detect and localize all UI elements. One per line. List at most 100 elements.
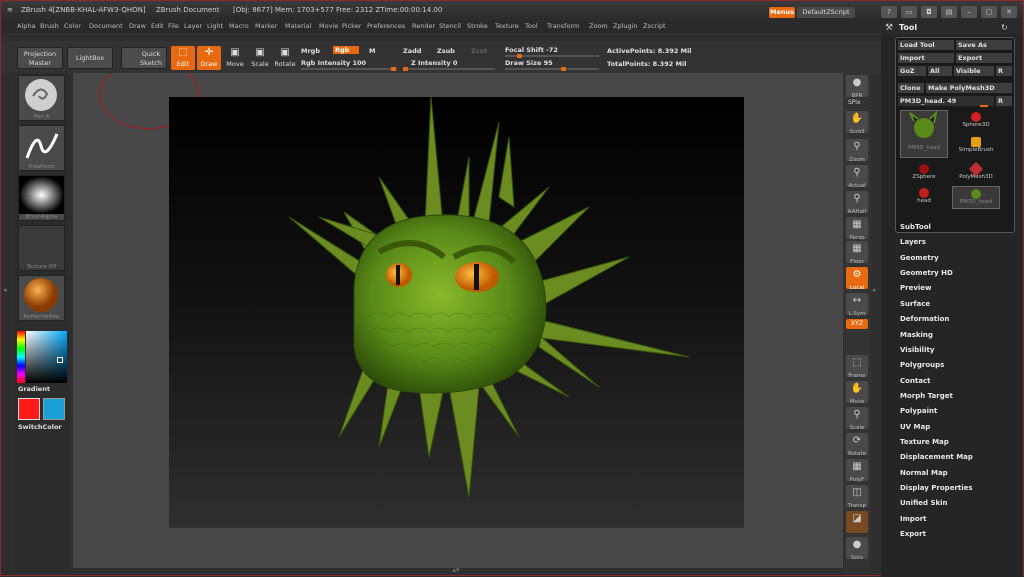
current-tool-r-button[interactable]: R [996,96,1012,106]
contact-menu[interactable]: Contact [900,377,931,385]
hue-strip[interactable] [17,331,25,383]
right-tray-handle[interactable]: ▸ [873,286,879,298]
menu-macro[interactable]: Macro [229,22,249,30]
scroll-button[interactable]: ✋ Scroll [846,111,868,135]
rotate-view-button[interactable]: ⟳ Rotate [846,433,868,457]
reset-icon[interactable]: ↻ [1001,23,1008,32]
draw-size-slider[interactable]: Draw Size 95 [505,59,553,67]
frame-button[interactable]: ⬚ Frame [846,355,868,379]
scale-mode-button[interactable]: ▣ Scale [248,46,272,70]
uv-map-menu[interactable]: UV Map [900,423,930,431]
z-intensity-slider[interactable]: Z Intensity 0 [411,59,457,67]
polyf-button[interactable]: ▦ PolyF [846,459,868,483]
default-zscript-button[interactable]: DefaultZScript [797,7,855,18]
stroke-thumbnail[interactable]: FreeHand [18,125,65,171]
load-tool-button[interactable]: Load Tool [898,40,954,50]
menu-alpha[interactable]: Alpha [17,22,35,30]
normal-map-menu[interactable]: Normal Map [900,469,948,477]
texture-map-menu[interactable]: Texture Map [900,438,949,446]
menu-movie[interactable]: Movie [319,22,338,30]
clone-button[interactable]: Clone [898,83,924,93]
transp-button[interactable]: ◫ Transp [846,485,868,509]
bpr-button[interactable]: ● BPR [846,75,868,99]
menu-picker[interactable]: Picker [342,22,361,30]
tool-sphere3d[interactable]: Sphere3D [952,110,1000,133]
xyz-button[interactable]: XYZ [846,319,868,329]
zoom-button[interactable]: ⚲ Zoom [846,139,868,163]
polygroups-menu[interactable]: Polygroups [900,361,944,369]
goz-r-button[interactable]: R [996,66,1012,76]
spix-label[interactable]: SPix [848,99,861,106]
menu-brush[interactable]: Brush [40,22,59,30]
geometry-hd-menu[interactable]: Geometry HD [900,269,953,277]
morph-target-menu[interactable]: Morph Target [900,392,953,400]
z-intensity-track[interactable] [403,67,495,71]
menu-draw[interactable]: Draw [129,22,146,30]
menu-preferences[interactable]: Preferences [367,22,405,30]
bottom-tray-handle[interactable]: ▴▾ [441,566,471,574]
menu-stencil[interactable]: Stencil [439,22,461,30]
menu-render[interactable]: Render [412,22,435,30]
left-tray-handle[interactable]: ◂ [3,286,9,298]
menu-document[interactable]: Document [89,22,123,30]
export-button[interactable]: Export [956,53,1012,63]
display-properties-menu[interactable]: Display Properties [900,484,973,492]
main-color-swatch[interactable] [18,398,40,420]
rgb-intensity-track[interactable] [301,67,397,71]
import-button[interactable]: Import [898,53,954,63]
document-viewport[interactable] [169,96,744,528]
aahalf-button[interactable]: ⚲ AAHalf [846,191,868,215]
solo-button[interactable]: ● Solo [846,537,868,561]
menu-layer[interactable]: Layer [184,22,202,30]
all-button[interactable]: All [928,66,952,76]
rotate-mode-button[interactable]: ▣ Rotate [273,46,297,70]
color-picker[interactable] [17,331,67,383]
export-menu[interactable]: Export [900,530,926,538]
mrgb-button[interactable]: Mrgb [301,47,320,55]
layout-icon[interactable]: ▭ [901,6,917,18]
surface-menu[interactable]: Surface [900,300,930,308]
make-polymesh-button[interactable]: Make PolyMesh3D [926,83,1012,93]
menu-zscript[interactable]: Zscript [643,22,666,30]
lsym-button[interactable]: ↔ L.Sym [846,293,868,317]
deformation-menu[interactable]: Deformation [900,315,949,323]
actual-button[interactable]: ⚲ Actual [846,165,868,189]
material-thumbnail[interactable]: ReflectYellow [18,275,65,321]
layers-menu[interactable]: Layers [900,238,926,246]
gradient-label[interactable]: Gradient [18,385,50,393]
import-menu[interactable]: Import [900,515,927,523]
displacement-map-menu[interactable]: Displacement Map [900,453,973,461]
tool-head[interactable]: head [900,186,948,209]
focal-shift-slider[interactable]: Focal Shift -72 [505,46,558,54]
tool-zsphere[interactable]: ZSphere [900,162,948,185]
rgb-intensity-slider[interactable]: Rgb Intensity 100 [301,59,366,67]
visible-button[interactable]: Visible [954,66,994,76]
lightbox-button[interactable]: LightBox [67,47,113,69]
focal-shift-track[interactable] [505,54,599,58]
menu-stroke[interactable]: Stroke [467,22,488,30]
save-as-button[interactable]: Save As [956,40,1012,50]
floor-button[interactable]: ▦ Floor [846,241,868,265]
zcut-button[interactable]: Zcut [471,47,487,55]
switch-color-button[interactable]: SwitchColor [18,423,62,431]
close-icon[interactable]: ✕ [1001,6,1017,18]
menu-file[interactable]: File [168,22,179,30]
geometry-menu[interactable]: Geometry [900,254,939,262]
tool-pm3d-head-large[interactable]: PM3D_head [900,109,948,158]
draw-size-track[interactable] [505,67,599,71]
tool-palette-header[interactable]: ⚒ Tool ↻ [881,21,1023,35]
ghost-button[interactable]: ◪ [846,511,868,533]
minimize-icon[interactable]: – [961,6,977,18]
polypaint-menu[interactable]: Polypaint [900,407,937,415]
m-button[interactable]: M [369,47,375,55]
menu-transform[interactable]: Transform [547,22,579,30]
zsub-button[interactable]: Zsub [437,47,455,55]
alpha-thumbnail[interactable]: BrushAlpha [18,175,65,221]
move-view-button[interactable]: ✋ Move [846,381,868,405]
help-icon[interactable]: ? [881,6,897,18]
move-mode-button[interactable]: ▣ Move [223,46,247,70]
maximize-icon[interactable]: ▢ [981,6,997,18]
ui-toggle-icon[interactable]: ▤ [941,6,957,18]
menu-light[interactable]: Light [207,22,223,30]
menu-color[interactable]: Color [64,22,81,30]
